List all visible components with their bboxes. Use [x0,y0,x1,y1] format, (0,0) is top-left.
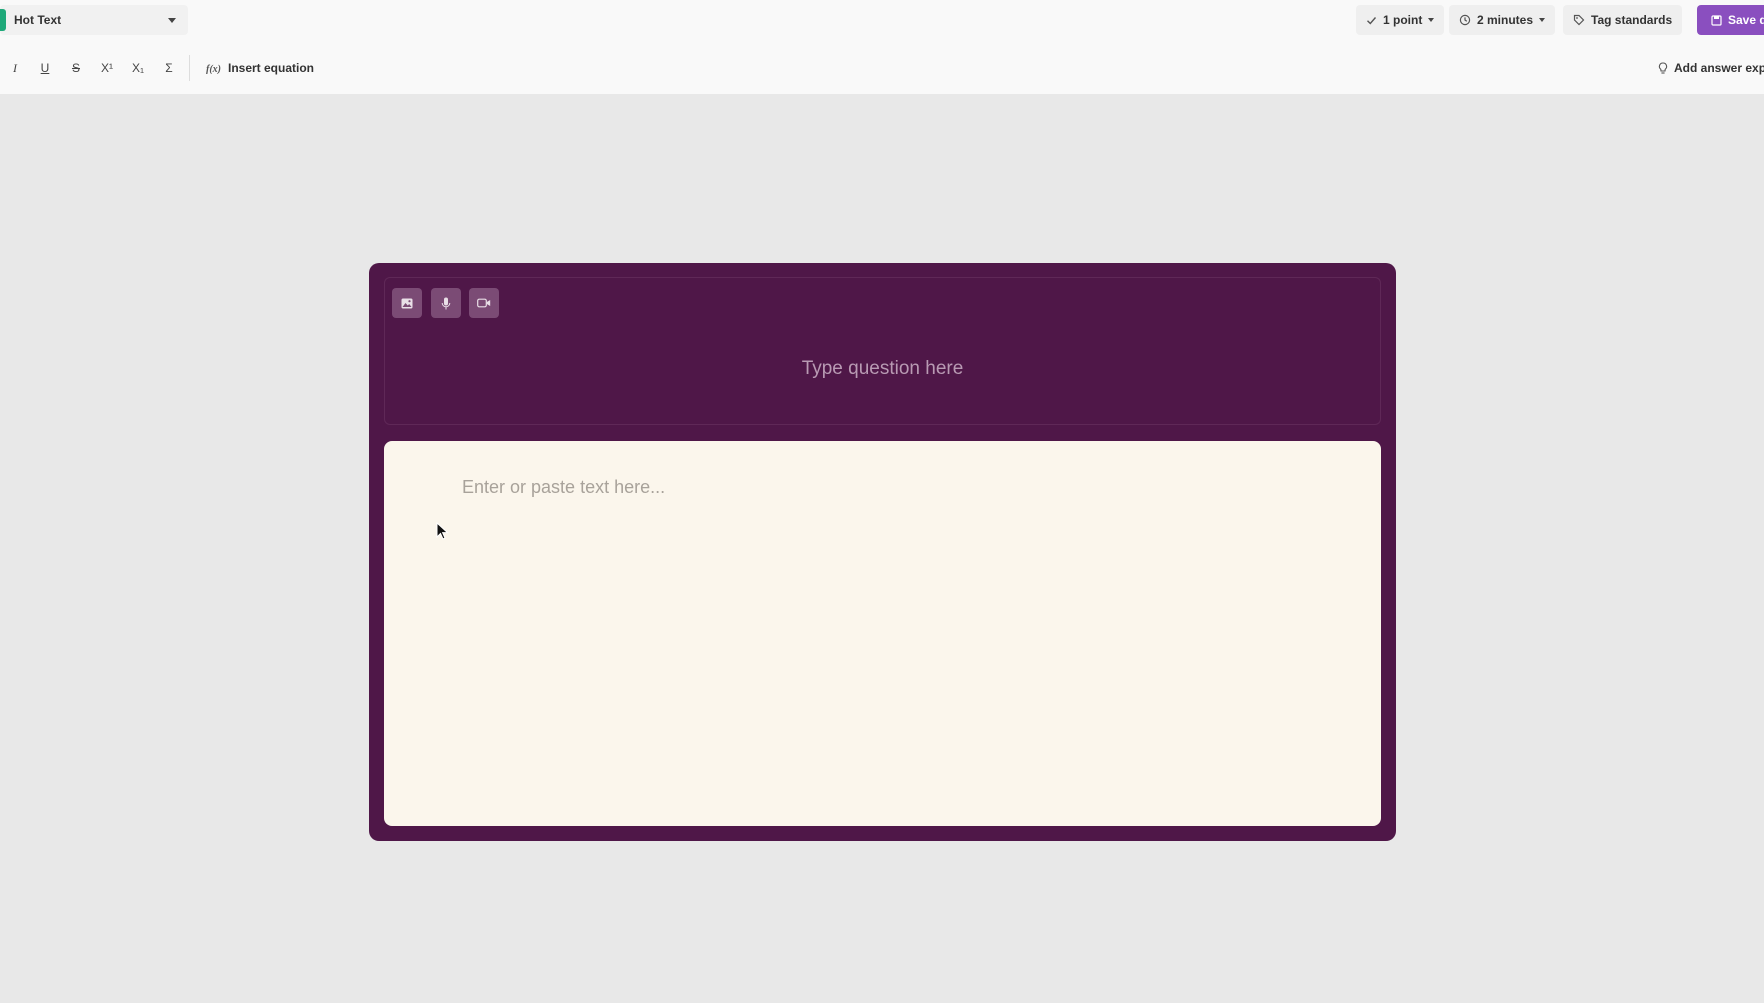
points-label: 1 point [1383,13,1423,27]
check-icon [1367,16,1377,25]
question-card: Type question here Enter or paste text h… [369,263,1396,841]
clock-icon [1459,14,1471,26]
strikethrough-button[interactable]: S [65,57,87,79]
tag-icon [1573,14,1585,26]
time-dropdown[interactable]: 2 minutes [1449,5,1556,35]
time-label: 2 minutes [1477,13,1534,27]
toolbar-divider [189,55,190,81]
italic-button[interactable]: I [4,57,26,79]
image-icon [401,298,413,308]
passage-placeholder: Enter or paste text here... [462,477,666,497]
question-type-badge [0,9,6,31]
save-icon [1711,14,1722,26]
lightbulb-icon [1658,61,1668,74]
question-type-label: Hot Text [14,13,62,27]
microphone-icon [441,297,451,309]
sigma-button[interactable]: Σ [158,57,180,79]
question-type-dropdown[interactable]: Hot Text [0,5,188,35]
insert-audio-button[interactable] [431,288,461,318]
question-placeholder: Type question here [801,358,964,379]
chevron-down-icon [1428,18,1435,22]
chevron-down-icon [1539,18,1546,22]
add-answer-explanation-label: Add answer exp [1674,61,1764,75]
mouse-pointer-icon [436,522,449,540]
save-button[interactable]: Save q [1697,5,1764,35]
insert-equation-label: Insert equation [228,61,315,75]
tag-standards-label: Tag standards [1591,13,1673,27]
svg-text:f(x): f(x) [206,64,221,74]
function-icon: f(x) [206,64,221,74]
underline-button[interactable]: U [34,57,56,79]
question-input-area[interactable]: Type question here [384,277,1381,425]
chevron-down-icon [168,17,176,23]
formatting-toolbar: I U S X¹ X₁ Σ f(x) Insert equation Add a… [0,41,1764,94]
subscript-button[interactable]: X₁ [127,57,149,79]
top-bar: Hot Text 1 point 2 minutes Tag standards… [0,0,1764,41]
save-label: Save q [1728,13,1764,27]
tag-standards-button[interactable]: Tag standards [1563,5,1683,35]
points-dropdown[interactable]: 1 point [1356,5,1445,35]
video-icon [477,298,491,308]
add-answer-explanation-button[interactable]: Add answer exp [1658,57,1764,79]
insert-video-button[interactable] [469,288,499,318]
passage-text-area[interactable]: Enter or paste text here... [384,441,1381,826]
insert-equation-button[interactable]: f(x) Insert equation [206,57,314,79]
insert-image-button[interactable] [392,288,422,318]
superscript-button[interactable]: X¹ [96,57,118,79]
